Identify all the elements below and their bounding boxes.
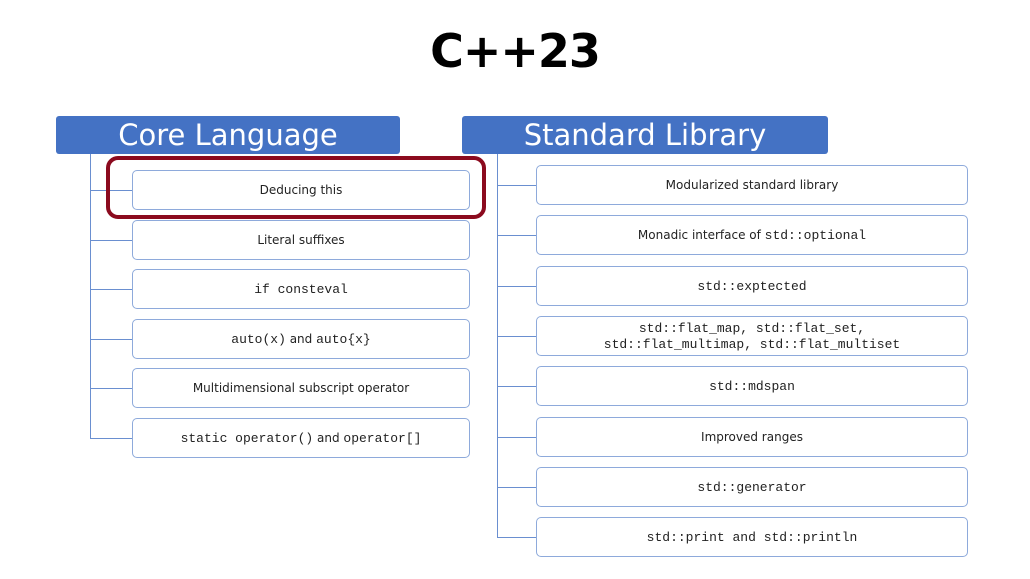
code-text: static operator() [180,430,314,446]
core-connector-branch [90,239,132,241]
diagram-title: C++23 [430,24,601,78]
std-feature-box: Monadic interface of std::optional [536,215,968,256]
feature-label: std::flat_map, std::flat_set, std::flat_… [604,320,900,352]
feature-label: Literal suffixes [257,232,344,248]
std-feature-box: Improved ranges [536,416,968,457]
std-connector-trunk [497,154,498,539]
feature-label: static operator() and operator[] [181,430,422,446]
label-text: Improved ranges [701,429,803,444]
core-feature-box: Literal suffixes [132,219,470,260]
code-text: std::flat_map, std::flat_set, std::flat_… [603,320,901,352]
std-connector-branch [497,335,536,337]
label-text: and [285,331,317,346]
std-connector-branch [497,436,536,438]
std-connector-branch [497,235,536,237]
feature-label: std::print and std::println [647,529,858,545]
core-feature-box: static operator() and operator[] [132,417,470,458]
feature-label: Improved ranges [701,429,803,445]
core-language-header: Core Language [56,116,400,154]
std-feature-box: std::print and std::println [536,517,968,558]
highlight-outline [106,156,486,219]
label-text: Literal suffixes [257,232,345,247]
core-feature-box: auto(x) and auto{x} [132,318,470,359]
feature-label: Modularized standard library [666,177,839,193]
standard-library-header: Standard Library [462,116,828,154]
core-connector-branch [90,338,132,340]
feature-label: if consteval [254,281,348,297]
core-feature-box: if consteval [132,269,470,309]
code-text: std::generator [697,479,807,495]
std-connector-branch [497,185,536,186]
feature-label: std::generator [697,479,806,495]
feature-label: Monadic interface of std::optional [638,227,866,243]
feature-label: std::exptected [697,278,806,294]
code-text: auto{x} [316,331,371,347]
label-text: and [313,430,344,445]
core-connector-branch [90,289,132,290]
code-text: auto(x) [231,331,286,347]
std-feature-box: std::mdspan [536,366,968,407]
feature-label: Multidimensional subscript operator [193,380,409,396]
core-feature-box: Multidimensional subscript operator [132,368,470,408]
code-text: std::mdspan [709,379,795,395]
std-connector-branch [497,486,536,488]
std-connector-branch [497,386,536,388]
std-feature-box: Modularized standard library [536,165,968,205]
core-connector-trunk [90,154,91,439]
core-connector-branch [90,437,132,439]
core-connector-branch [90,388,132,389]
std-connector-branch [497,285,536,287]
label-text: Monadic interface of [637,228,765,243]
std-connector-branch [497,537,536,539]
code-text: std::print and std::println [646,530,858,546]
label-text: Multidimensional subscript operator [192,381,410,395]
code-text: std::exptected [697,278,807,294]
label-text: Modularized standard library [665,178,839,192]
code-text: operator[] [343,430,422,446]
code-text: std::optional [764,228,867,244]
feature-label: auto(x) and auto{x} [231,331,370,347]
feature-label: std::mdspan [709,378,795,394]
std-feature-box: std::flat_map, std::flat_set, std::flat_… [536,315,968,356]
code-text: if consteval [254,282,348,297]
std-feature-box: std::generator [536,466,968,507]
std-feature-box: std::exptected [536,265,968,306]
